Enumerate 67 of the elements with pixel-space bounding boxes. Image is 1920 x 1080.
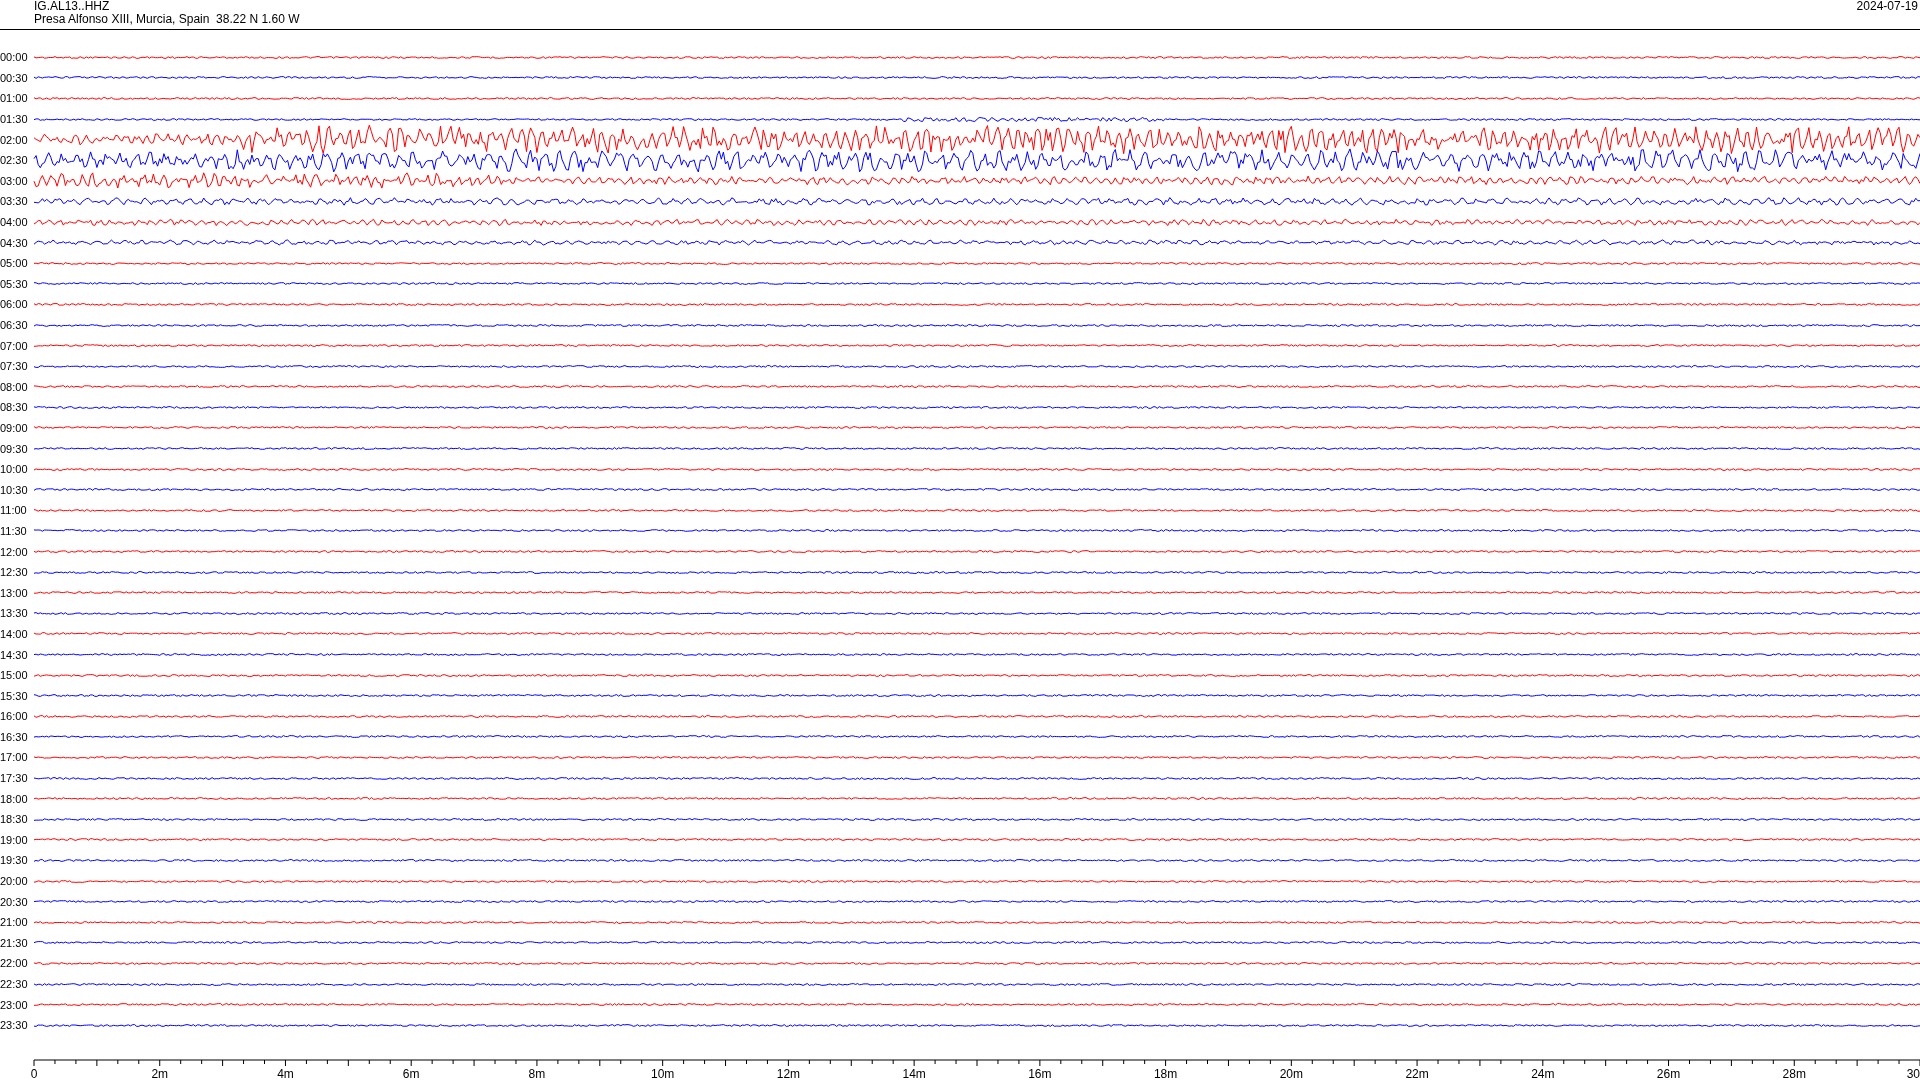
axis-tick-label: 28m <box>1782 1066 1806 1080</box>
axis-tick-label: 0 <box>30 1066 38 1080</box>
time-label: 12:30 <box>0 566 29 579</box>
time-label: 00:00 <box>0 51 29 64</box>
time-label: 17:30 <box>0 772 29 785</box>
time-label: 03:00 <box>0 174 29 187</box>
axis-tick-label: 18m <box>1153 1066 1178 1080</box>
time-label: 14:00 <box>0 627 29 640</box>
time-label: 16:00 <box>0 710 29 723</box>
time-label: 11:30 <box>0 524 28 537</box>
axis-tick-label: 14m <box>902 1066 926 1080</box>
time-label: 01:00 <box>0 92 29 105</box>
time-label: 06:00 <box>0 298 29 311</box>
time-label: 10:00 <box>0 463 29 476</box>
time-label: 05:30 <box>0 277 29 290</box>
axis-tick-label: 16m <box>1028 1066 1052 1080</box>
time-label: 13:30 <box>0 607 29 620</box>
time-label: 00:30 <box>0 71 29 84</box>
time-label: 17:00 <box>0 751 29 764</box>
time-label: 20:30 <box>0 895 29 908</box>
time-label: 10:30 <box>0 483 29 496</box>
time-label: 04:00 <box>0 216 29 229</box>
time-label: 22:30 <box>0 978 29 990</box>
time-label: 01:30 <box>0 113 29 126</box>
station-code: IG.AL13..HHZ <box>34 0 111 13</box>
time-label: 23:30 <box>0 1019 29 1032</box>
time-label: 20:00 <box>0 875 29 888</box>
time-label: 15:30 <box>0 689 29 702</box>
time-label: 05:00 <box>0 257 29 270</box>
time-label: 04:30 <box>0 236 29 249</box>
time-label: 14:30 <box>0 648 29 661</box>
axis-tick-label: 20m <box>1279 1066 1303 1080</box>
time-label: 02:30 <box>0 154 29 167</box>
time-label: 18:30 <box>0 813 29 826</box>
time-label: 08:30 <box>0 401 29 414</box>
time-label: 08:00 <box>0 380 29 393</box>
axis-tick-label: 24m <box>1531 1066 1555 1080</box>
time-label: 23:00 <box>0 998 29 1011</box>
time-label: 15:00 <box>0 669 29 682</box>
axis-tick-label: 10m <box>651 1066 675 1080</box>
axis-tick-label: 12m <box>776 1066 801 1080</box>
time-label: 19:00 <box>0 833 29 846</box>
time-label: 12:00 <box>0 545 29 558</box>
axis-tick-label: 6m <box>402 1066 420 1080</box>
axis-tick-label: 2m <box>151 1066 169 1080</box>
plot-date: 2024-07-19 <box>1856 0 1919 15</box>
time-label: 03:30 <box>0 195 29 208</box>
axis-tick-label: 4m <box>277 1066 294 1080</box>
time-label: 07:00 <box>0 339 29 352</box>
time-label: 06:30 <box>0 319 29 331</box>
axis-tick-label: 8m <box>528 1066 546 1080</box>
time-label: 18:00 <box>0 792 29 805</box>
time-label: 09:00 <box>0 422 29 434</box>
time-label: 02:00 <box>0 133 29 146</box>
time-label: 22:00 <box>0 957 29 970</box>
axis-tick-label: 22m <box>1405 1066 1429 1080</box>
time-label: 16:30 <box>0 730 29 743</box>
time-label: 21:00 <box>0 916 29 929</box>
time-label: 19:30 <box>0 854 29 867</box>
time-label: 07:30 <box>0 360 29 373</box>
time-label: 21:30 <box>0 936 29 949</box>
time-label: 09:30 <box>0 442 29 455</box>
station-location: Presa Alfonso XIII, Murcia, Spain 38.22 N 1.60 W <box>34 13 300 26</box>
axis-tick-label: 30 <box>1906 1066 1920 1080</box>
time-label: 13:00 <box>0 586 29 599</box>
axis-tick-label: 26m <box>1656 1066 1681 1080</box>
time-label: 11:00 <box>0 504 28 517</box>
